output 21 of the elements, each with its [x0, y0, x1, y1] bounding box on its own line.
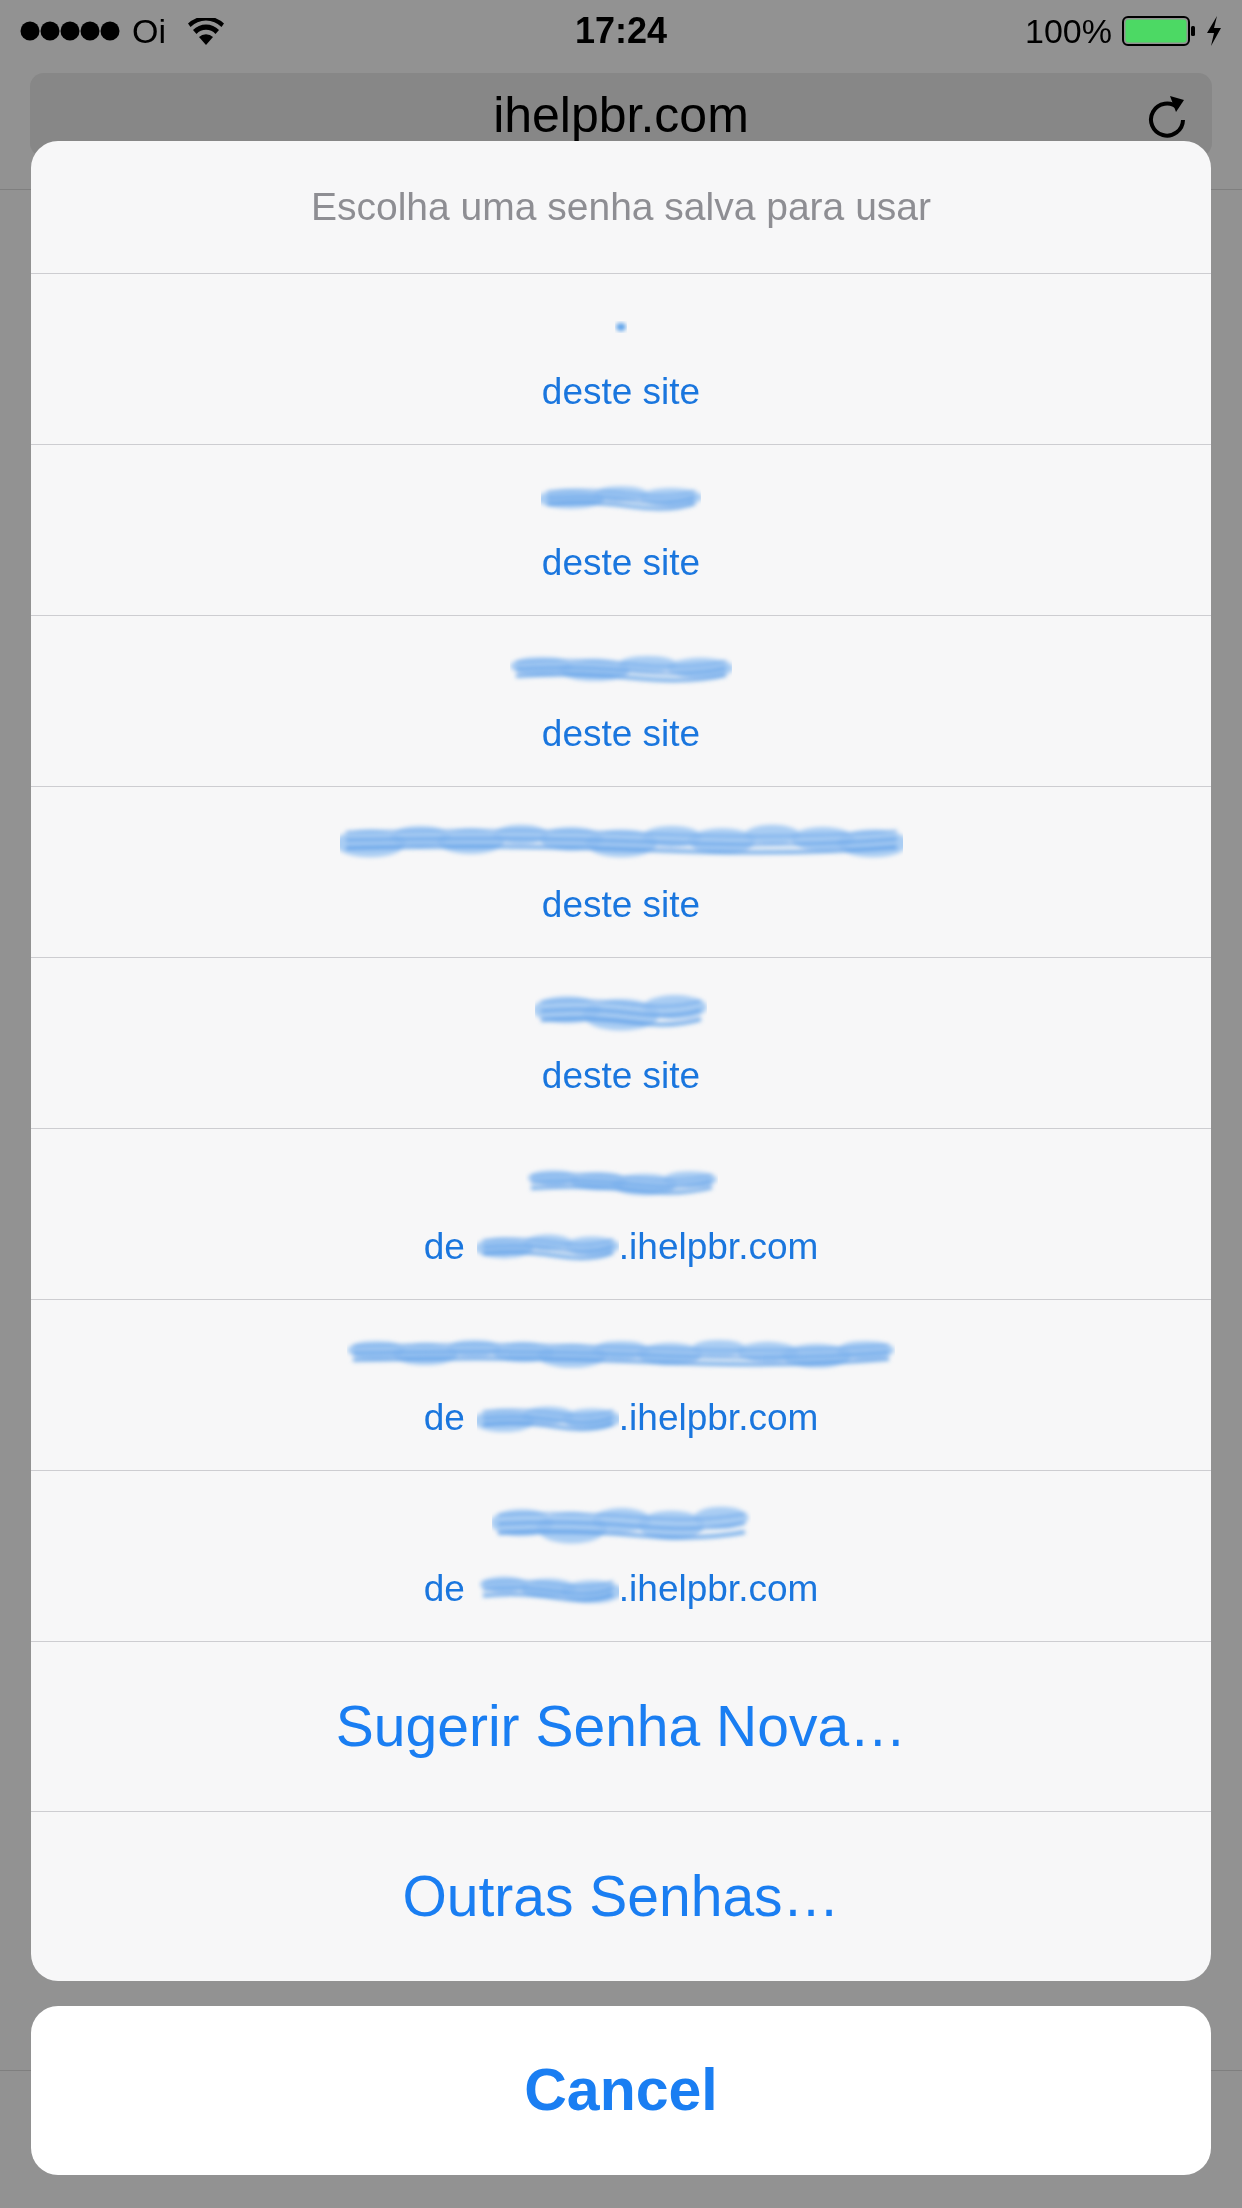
saved-password-option[interactable]: deste site [31, 957, 1211, 1128]
battery-icon [1122, 16, 1196, 46]
saved-password-option[interactable]: de .ihelpbr.com [31, 1128, 1211, 1299]
carrier-name: Oi [132, 14, 166, 48]
cancel-button[interactable]: Cancel [31, 2006, 1211, 2175]
clock-time: 17:24 [574, 13, 668, 49]
wifi-icon [188, 17, 224, 45]
reload-icon[interactable] [1146, 94, 1188, 138]
saved-password-option[interactable]: de .ihelpbr.com [31, 1299, 1211, 1470]
blur-smudge-icon [614, 321, 628, 333]
battery-percentage: 100% [1025, 14, 1112, 48]
saved-password-option[interactable]: deste site [31, 444, 1211, 615]
url-text: ihelpbr.com [493, 90, 749, 140]
action-sheet-button[interactable]: Sugerir Senha Nova… [31, 1641, 1211, 1811]
saved-password-option[interactable]: de .ihelpbr.com [31, 1470, 1211, 1641]
signal-strength-icon [20, 21, 120, 41]
saved-password-option[interactable]: deste site [31, 615, 1211, 786]
saved-password-option[interactable]: deste site [31, 273, 1211, 444]
saved-password-option[interactable]: deste site [31, 786, 1211, 957]
action-sheet-button[interactable]: Outras Senhas… [31, 1811, 1211, 1981]
sheet-title: Escolha uma senha salva para usar [310, 183, 932, 230]
